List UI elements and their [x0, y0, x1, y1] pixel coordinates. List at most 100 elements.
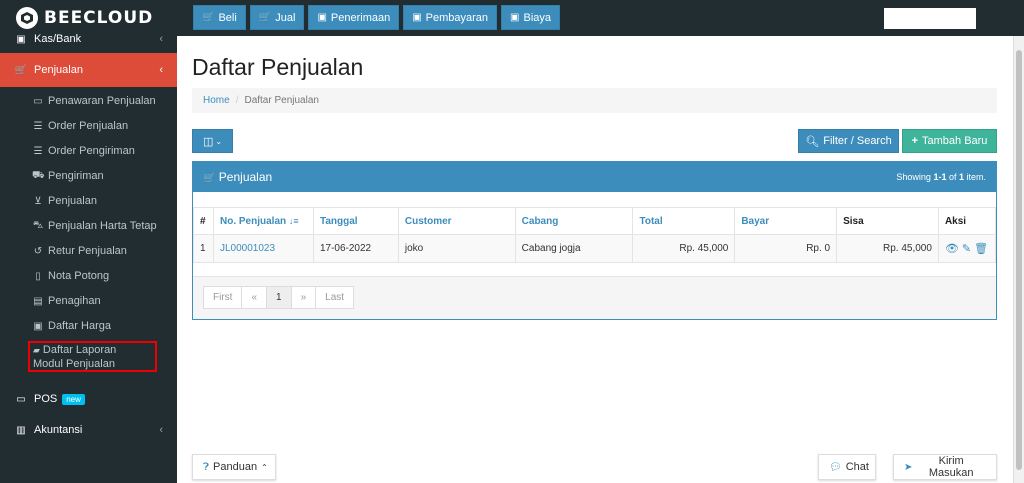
- undo-icon: ↺: [33, 245, 43, 257]
- nav-penerimaan-button[interactable]: ▣ Penerimaan: [308, 5, 400, 30]
- sidebar-item-label: Order Pengiriman: [48, 145, 135, 157]
- kirim-masukan-label: Kirim Masukan: [928, 455, 974, 479]
- search-icon: 🔍︎: [805, 135, 820, 148]
- chevron-down-icon: ⌄: [215, 136, 223, 146]
- sidebar-item-label: Order Penjualan: [48, 120, 129, 132]
- chevron-left-icon: ‹: [159, 64, 163, 76]
- sidebar-item-label: Penjualan Harta Tetap: [48, 220, 157, 232]
- money-icon: ▣: [412, 12, 422, 23]
- nav-beli-label: Beli: [218, 11, 237, 24]
- sidebar-item-penawaran-penjualan[interactable]: ▭ Penawaran Penjualan: [0, 92, 177, 110]
- col-aksi: Aksi: [937, 207, 997, 235]
- scrollbar-thumb[interactable]: [1016, 50, 1022, 470]
- columns-icon: ◫: [202, 135, 214, 148]
- sidebar-item-pengiriman[interactable]: ⛟ Pengiriman: [0, 167, 177, 185]
- pager-last[interactable]: Last: [315, 286, 355, 309]
- question-circle-icon: ❓︎: [203, 461, 210, 473]
- cell-cabang: Cabang jogja: [514, 234, 634, 263]
- col-bayar[interactable]: Bayar: [734, 207, 838, 235]
- col-no-penjualan-label: No. Penjualan: [219, 215, 287, 227]
- kirim-masukan-button[interactable]: ➤ Kirim Masukan: [893, 454, 997, 480]
- user-menu[interactable]: [884, 8, 976, 29]
- pagination-area: First « 1 » Last: [193, 276, 996, 319]
- top-nav: 🛒 Beli 🛒 Jual ▣ Penerimaan ▣ Pembayaran ▣ Bia…: [193, 5, 561, 30]
- cart-icon: 🛒: [258, 12, 272, 23]
- nav-pembayaran-button[interactable]: ▣ Pembayaran: [403, 5, 498, 30]
- money-icon: ▣: [16, 33, 26, 45]
- card-icon: ▭: [33, 95, 43, 107]
- pagination: First « 1 » Last: [203, 286, 355, 309]
- chat-button[interactable]: 💬︎ Chat: [818, 454, 876, 480]
- cell-tanggal: 17-06-2022: [312, 234, 399, 263]
- list-ol-icon: ☰: [33, 145, 43, 157]
- sidebar-item-label: Nota Potong: [48, 270, 110, 282]
- sidebar-item-penjualan-sub[interactable]: ⊻ Penjualan: [0, 192, 177, 210]
- plus-icon: +: [911, 135, 918, 147]
- sidebar-item-penjualan[interactable]: 🛒 Penjualan ‹: [0, 53, 177, 87]
- filter-search-label: Filter / Search: [823, 135, 892, 147]
- nav-biaya-button[interactable]: ▣ Biaya: [501, 5, 561, 30]
- showing-suffix: item.: [963, 172, 986, 182]
- page-title: Daftar Penjualan: [192, 54, 364, 80]
- bee-logo-icon: [16, 7, 38, 29]
- edit-pencil-icon[interactable]: ✎: [962, 242, 971, 255]
- sidebar-item-order-pengiriman[interactable]: ☰ Order Pengiriman: [0, 142, 177, 160]
- breadcrumb-home-link[interactable]: Home: [203, 95, 230, 106]
- sidebar-item-akuntansi[interactable]: ▥ Akuntansi ‹: [0, 421, 177, 439]
- column-toggle-button[interactable]: ◫ ⌄: [192, 129, 233, 153]
- chevron-left-icon: ‹: [159, 33, 163, 45]
- pager-next[interactable]: »: [290, 286, 317, 309]
- sidebar-item-label: Penjualan: [34, 64, 83, 76]
- cell-total: Rp. 45,000: [632, 234, 736, 263]
- add-new-button[interactable]: + Tambah Baru: [902, 129, 997, 153]
- pager-page-current[interactable]: 1: [266, 286, 292, 309]
- cart-icon: ⊻: [34, 195, 42, 207]
- brand-logo[interactable]: BEECLOUD: [0, 0, 177, 36]
- table-row: 1 JL00001023 17-06-2022 joko Cabang jogj…: [193, 234, 997, 263]
- sidebar-item-penagihan[interactable]: ▤ Penagihan: [0, 292, 177, 310]
- nav-beli-button[interactable]: 🛒 Beli: [193, 5, 246, 30]
- sidebar-item-label: Penjualan: [48, 195, 97, 207]
- col-total[interactable]: Total: [632, 207, 736, 235]
- panduan-button[interactable]: ❓︎ Panduan ⌃: [192, 454, 276, 480]
- col-no-penjualan[interactable]: No. Penjualan ↓≡: [212, 207, 314, 235]
- delete-trash-icon[interactable]: 🗑︎: [974, 242, 988, 255]
- sidebar-item-label: Akuntansi: [34, 424, 83, 436]
- sidebar-item-daftar-harga[interactable]: ▣ Daftar Harga: [0, 317, 177, 335]
- cell-bayar: Rp. 0: [734, 234, 838, 263]
- chat-icon: 💬︎: [829, 461, 842, 473]
- pager-prev[interactable]: «: [241, 286, 268, 309]
- chat-label: Chat: [845, 461, 869, 473]
- nav-biaya-label: Biaya: [523, 11, 552, 24]
- col-customer[interactable]: Customer: [397, 207, 516, 235]
- cart-icon: 🛒: [202, 12, 215, 23]
- breadcrumb-separator: /: [235, 95, 239, 106]
- cell-sisa: Rp. 45,000: [836, 234, 939, 263]
- add-new-label: Tambah Baru: [922, 135, 988, 147]
- sidebar-item-nota-potong[interactable]: ▯ Nota Potong: [0, 267, 177, 285]
- sales-table: # No. Penjualan ↓≡ Tanggal Customer Caba…: [193, 207, 997, 263]
- cell-actions: 👁︎ ✎ 🗑︎: [937, 234, 997, 263]
- send-icon: ➤: [904, 461, 913, 473]
- main-scrollbar[interactable]: [1013, 36, 1024, 483]
- col-cabang[interactable]: Cabang: [514, 207, 634, 235]
- sidebar-item-order-penjualan[interactable]: ☰ Order Penjualan: [0, 117, 177, 135]
- col-tanggal[interactable]: Tanggal: [312, 207, 399, 235]
- brand-name: BEECLOUD: [44, 8, 154, 28]
- cart-icon: 🛒: [14, 64, 28, 76]
- filter-search-button[interactable]: 🔍︎ Filter / Search: [798, 129, 899, 153]
- bar-chart-icon: ▥: [16, 424, 26, 436]
- sidebar-item-label: Penagihan: [48, 295, 101, 307]
- cell-no-penjualan-link[interactable]: JL00001023: [212, 234, 314, 263]
- nav-jual-button[interactable]: 🛒 Jual: [249, 5, 305, 30]
- sidebar-item-retur-penjualan[interactable]: ↺ Retur Penjualan: [0, 242, 177, 260]
- sidebar-item-label: Pengiriman: [48, 170, 104, 182]
- new-badge: new: [62, 393, 85, 405]
- truck-icon: ⛟: [32, 169, 45, 181]
- sidebar-item-pos[interactable]: ▭ POS new: [0, 390, 177, 408]
- sidebar-item-kas-bank[interactable]: ▣ Kas/Bank ‹: [0, 32, 177, 46]
- pager-first[interactable]: First: [203, 286, 243, 309]
- invoice-icon: ▤: [33, 295, 43, 307]
- sidebar-item-penjualan-harta-tetap[interactable]: ⛍ Penjualan Harta Tetap: [0, 217, 177, 235]
- view-eye-icon[interactable]: 👁︎: [945, 242, 959, 255]
